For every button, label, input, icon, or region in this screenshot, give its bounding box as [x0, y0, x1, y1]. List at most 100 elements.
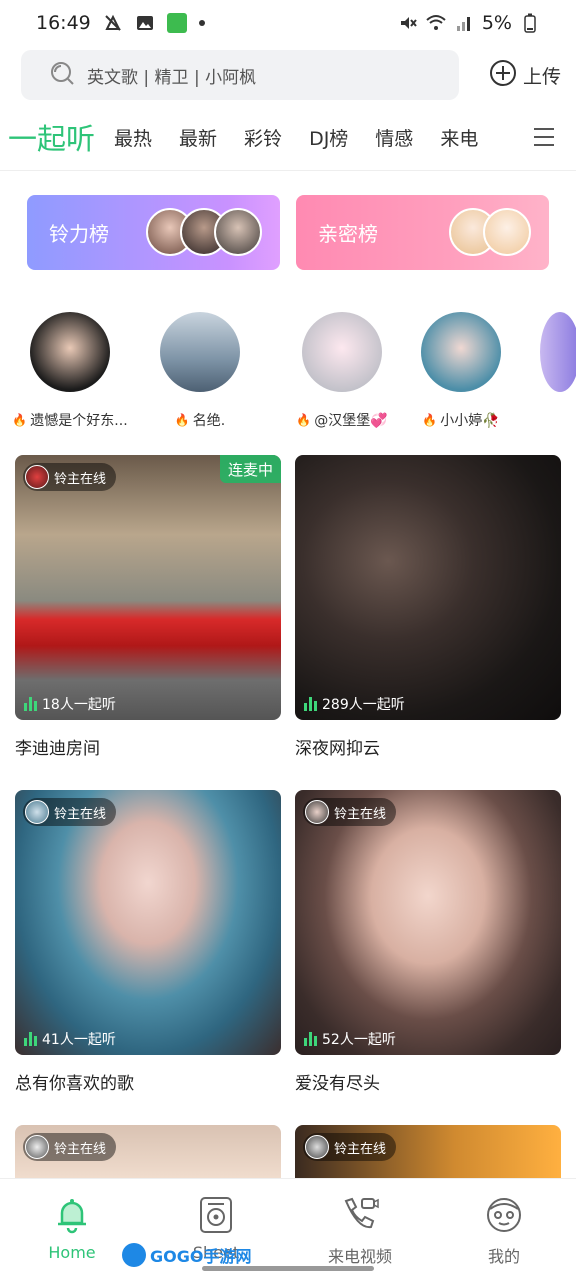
avatar	[305, 1135, 329, 1159]
search-icon	[49, 60, 75, 90]
host-status: 铃主在线	[54, 806, 107, 822]
flame-icon: 🔥	[12, 413, 28, 427]
anchor-name: 小小婷🥀	[440, 413, 500, 429]
rank-avatars	[146, 208, 262, 256]
battery-level: 5%	[481, 12, 512, 34]
anchor-name: 遗憾是个好东...	[30, 413, 128, 429]
host-online-badge: 铃主在线	[23, 1133, 117, 1161]
listener-count: 52人一起听	[304, 1029, 396, 1049]
room-card[interactable]: 铃主在线 连麦中 18人一起听 李迪迪房间	[15, 455, 281, 759]
nav-mine[interactable]: 我的	[449, 1193, 559, 1267]
category-tabs: 一起听 最热 最新 彩铃 DJ榜 情感 来电	[0, 112, 576, 162]
home-indicator[interactable]	[202, 1266, 374, 1271]
avatar	[421, 312, 501, 392]
nav-label: 我的	[487, 1247, 520, 1266]
room-cover-image: 铃主在线 41人一起听	[15, 790, 281, 1055]
avatar	[160, 312, 240, 392]
audio-bars-icon	[304, 1032, 317, 1046]
flame-icon: 🔥	[422, 413, 438, 427]
more-notifications-dot	[198, 20, 205, 26]
anchor-item[interactable]	[540, 312, 576, 392]
nav-label: Home	[48, 1243, 96, 1262]
listener-count-text: 52人一起听	[322, 1032, 396, 1048]
tab-ringback[interactable]: 彩铃	[244, 124, 282, 151]
gallery-icon	[135, 13, 155, 33]
app-notification-icon	[166, 13, 187, 33]
watermark-logo-icon	[122, 1243, 146, 1267]
search-input[interactable]: 英文歌 | 精卫 | 小阿枫	[21, 50, 459, 100]
bell-icon	[58, 1199, 86, 1234]
upload-button[interactable]: 上传	[489, 59, 561, 92]
phone-video-icon	[344, 1197, 379, 1229]
room-cover-image: 289人一起听	[295, 455, 561, 720]
room-title: 深夜网抑云	[295, 739, 380, 759]
listener-count: 41人一起听	[24, 1029, 116, 1049]
anchor-item[interactable]: 🔥 遗憾是个好东...	[5, 312, 135, 430]
tab-emotion[interactable]: 情感	[375, 124, 413, 151]
host-status: 铃主在线	[334, 1141, 387, 1157]
host-status: 铃主在线	[54, 1141, 107, 1157]
tabs-divider	[0, 170, 576, 171]
menu-icon[interactable]	[532, 125, 556, 153]
rank-card-label: 铃力榜	[49, 222, 109, 246]
silent-notification-icon	[103, 13, 123, 33]
tab-newest[interactable]: 最新	[179, 124, 217, 151]
audio-bars-icon	[304, 697, 317, 711]
room-card[interactable]: 铃主在线	[15, 1125, 281, 1178]
anchor-item[interactable]: 🔥 小小婷🥀	[396, 312, 526, 430]
anchor-name: 名绝.	[192, 413, 226, 429]
listener-count: 289人一起听	[304, 694, 405, 714]
avatar	[25, 465, 49, 489]
ringtone-power-chart-card[interactable]: 铃力榜	[27, 195, 280, 270]
host-status: 铃主在线	[334, 806, 387, 822]
status-bar: 16:49 5%	[0, 0, 576, 46]
watermark-text: GOGO手游网	[150, 1247, 252, 1266]
signal-icon	[454, 13, 474, 33]
anchor-item[interactable]: 🔥 名绝.	[135, 312, 265, 430]
intimacy-chart-card[interactable]: 亲密榜	[296, 195, 549, 270]
host-online-badge: 铃主在线	[23, 463, 117, 491]
room-card[interactable]: 铃主在线 41人一起听 总有你喜欢的歌	[15, 790, 281, 1094]
listener-count-text: 289人一起听	[322, 697, 405, 713]
host-online-badge: 铃主在线	[303, 798, 397, 826]
plus-circle-icon	[489, 59, 517, 92]
audio-bars-icon	[24, 697, 37, 711]
anchor-item[interactable]: 🔥 @汉堡堡💞	[277, 312, 407, 430]
upload-label: 上传	[522, 65, 561, 88]
tab-dj-chart[interactable]: DJ榜	[309, 124, 348, 151]
battery-icon	[520, 13, 540, 33]
mic-link-tag: 连麦中	[219, 455, 281, 483]
host-status: 铃主在线	[54, 471, 107, 487]
room-card[interactable]: 铃主在线 52人一起听 爱没有尽头	[295, 790, 561, 1094]
profile-icon	[487, 1198, 521, 1232]
avatar	[25, 1135, 49, 1159]
avatar	[305, 800, 329, 824]
room-cover-image: 铃主在线	[15, 1125, 281, 1178]
nav-call-video[interactable]: 来电视频	[305, 1193, 415, 1267]
flame-icon: 🔥	[174, 413, 190, 427]
room-card[interactable]: 铃主在线	[295, 1125, 561, 1178]
flame-icon: 🔥	[296, 413, 312, 427]
listener-count-text: 18人一起听	[42, 697, 116, 713]
avatar	[25, 800, 49, 824]
avatar	[540, 312, 576, 392]
anchor-name: @汉堡堡💞	[314, 413, 388, 429]
listener-count: 18人一起听	[24, 694, 116, 714]
room-cover-image: 铃主在线	[295, 1125, 561, 1178]
tab-incoming-call[interactable]: 来电	[440, 124, 478, 151]
avatar	[483, 208, 531, 256]
online-anchors: 🔥 遗憾是个好东... 🔥 名绝. 🔥 @汉堡堡💞 🔥 小小婷🥀	[0, 312, 576, 432]
room-title: 爱没有尽头	[295, 1074, 380, 1094]
tab-hottest[interactable]: 最热	[114, 124, 152, 151]
watermark: GOGO手游网	[122, 1243, 251, 1267]
rank-card-label: 亲密榜	[318, 222, 378, 246]
search-placeholder: 英文歌 | 精卫 | 小阿枫	[87, 67, 257, 88]
nav-home[interactable]: Home	[17, 1193, 127, 1262]
listener-count-text: 41人一起听	[42, 1032, 116, 1048]
bottom-navigation: Home Sheet 来电视频 我的	[0, 1178, 576, 1280]
rank-avatars	[449, 208, 531, 256]
room-title: 李迪迪房间	[15, 739, 100, 759]
room-card[interactable]: 289人一起听 深夜网抑云	[295, 455, 561, 759]
tab-listen-together[interactable]: 一起听	[8, 116, 95, 158]
avatar	[30, 312, 110, 392]
